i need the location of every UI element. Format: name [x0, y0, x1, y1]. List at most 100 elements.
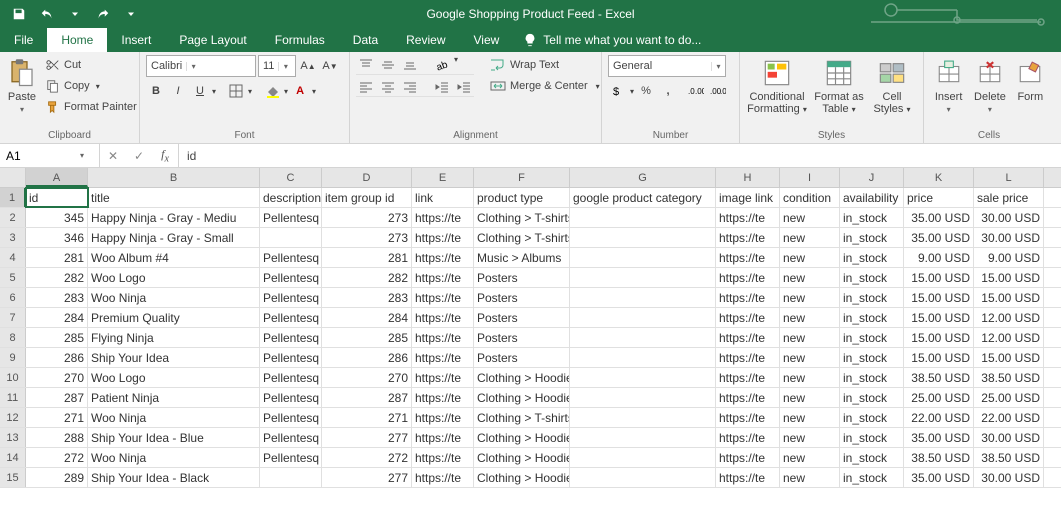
cell[interactable]: Clothing > Hoodies — [474, 368, 570, 387]
cell[interactable]: item group id — [322, 188, 412, 207]
cell[interactable]: https://te — [716, 348, 780, 367]
cell[interactable]: 345 — [26, 208, 88, 227]
cell[interactable]: new — [780, 348, 840, 367]
cell[interactable]: Pellentesq — [260, 248, 322, 267]
format-painter-button[interactable]: Format Painter — [42, 97, 141, 117]
cell[interactable]: https://te — [412, 348, 474, 367]
cell[interactable]: in_stock — [840, 268, 904, 287]
cell[interactable]: Woo Logo — [88, 368, 260, 387]
cell[interactable] — [570, 288, 716, 307]
align-bottom-button[interactable] — [400, 55, 420, 75]
cell[interactable]: 273 — [322, 228, 412, 247]
tab-page-layout[interactable]: Page Layout — [165, 28, 260, 52]
cell[interactable]: 273 — [322, 208, 412, 227]
cell[interactable]: new — [780, 308, 840, 327]
cell[interactable]: availability — [840, 188, 904, 207]
cell[interactable]: 272 — [322, 448, 412, 467]
row-header-1[interactable]: 1 — [0, 188, 26, 207]
cell[interactable]: 30.00 USD — [974, 208, 1044, 227]
insert-function-button[interactable]: fx — [152, 147, 178, 164]
format-as-table-button[interactable]: Format as Table ▾ — [812, 55, 866, 115]
cell[interactable] — [570, 408, 716, 427]
cell[interactable]: 285 — [322, 328, 412, 347]
cell[interactable]: https://te — [716, 208, 780, 227]
insert-cells-button[interactable]: Insert▾ — [930, 55, 967, 114]
cell[interactable]: in_stock — [840, 428, 904, 447]
cell[interactable]: 35.00 USD — [904, 208, 974, 227]
cell[interactable] — [570, 368, 716, 387]
cell[interactable]: new — [780, 468, 840, 487]
number-format-combo[interactable]: General▾ — [608, 55, 726, 77]
increase-decimal-button[interactable]: .0.00 — [686, 81, 706, 101]
tab-file[interactable]: File — [0, 28, 47, 52]
cell[interactable] — [570, 308, 716, 327]
cell[interactable]: Happy Ninja - Gray - Small — [88, 228, 260, 247]
cell[interactable]: 286 — [322, 348, 412, 367]
cell[interactable]: Happy Ninja - Gray - Mediu — [88, 208, 260, 227]
tab-data[interactable]: Data — [339, 28, 392, 52]
cell[interactable]: Woo Ninja — [88, 288, 260, 307]
row-header-12[interactable]: 12 — [0, 408, 26, 427]
cell[interactable]: https://te — [412, 448, 474, 467]
tab-home[interactable]: Home — [47, 28, 107, 52]
cell[interactable]: in_stock — [840, 288, 904, 307]
borders-button[interactable] — [226, 81, 246, 101]
select-all-corner[interactable] — [0, 168, 26, 187]
cell[interactable]: https://te — [716, 288, 780, 307]
save-button[interactable] — [6, 3, 32, 25]
font-size-combo[interactable]: 11▾ — [258, 55, 296, 77]
cell[interactable]: Pellentesq — [260, 208, 322, 227]
decrease-indent-button[interactable] — [432, 77, 452, 97]
column-header-D[interactable]: D — [322, 168, 412, 187]
tab-formulas[interactable]: Formulas — [261, 28, 339, 52]
cell[interactable]: 282 — [26, 268, 88, 287]
cell[interactable]: Clothing > T-shirts — [474, 408, 570, 427]
merge-center-button[interactable]: Merge & Center▾ — [486, 76, 604, 96]
cell[interactable]: Posters — [474, 308, 570, 327]
redo-button[interactable] — [90, 3, 116, 25]
cell[interactable]: Woo Ninja — [88, 448, 260, 467]
cell[interactable]: 281 — [26, 248, 88, 267]
underline-button[interactable]: U — [190, 81, 210, 101]
cell[interactable]: https://te — [716, 388, 780, 407]
cell[interactable]: new — [780, 448, 840, 467]
cell[interactable]: product type — [474, 188, 570, 207]
cell[interactable]: Woo Ninja — [88, 408, 260, 427]
cell[interactable] — [570, 468, 716, 487]
cell[interactable]: in_stock — [840, 328, 904, 347]
cell[interactable]: Woo Logo — [88, 268, 260, 287]
cell[interactable]: 270 — [26, 368, 88, 387]
cell[interactable]: Pellentesq — [260, 308, 322, 327]
cell[interactable]: Premium Quality — [88, 308, 260, 327]
row-header-8[interactable]: 8 — [0, 328, 26, 347]
cell[interactable]: image link — [716, 188, 780, 207]
cell[interactable]: 285 — [26, 328, 88, 347]
wrap-text-button[interactable]: Wrap Text — [486, 55, 604, 75]
cell[interactable]: Posters — [474, 348, 570, 367]
cell[interactable]: 286 — [26, 348, 88, 367]
cell[interactable]: 272 — [26, 448, 88, 467]
row-header-7[interactable]: 7 — [0, 308, 26, 327]
cell-styles-button[interactable]: Cell Styles ▾ — [870, 55, 914, 115]
cell[interactable]: Music > Albums — [474, 248, 570, 267]
cell[interactable]: https://te — [412, 388, 474, 407]
qat-customize-button[interactable] — [118, 3, 144, 25]
cell[interactable]: Ship Your Idea - Black — [88, 468, 260, 487]
cell[interactable]: 35.00 USD — [904, 468, 974, 487]
column-header-I[interactable]: I — [780, 168, 840, 187]
row-header-4[interactable]: 4 — [0, 248, 26, 267]
cell[interactable]: https://te — [716, 468, 780, 487]
increase-indent-button[interactable] — [454, 77, 474, 97]
align-right-button[interactable] — [400, 77, 420, 97]
cell[interactable] — [570, 208, 716, 227]
cell[interactable]: Pellentesq — [260, 328, 322, 347]
cell[interactable] — [570, 268, 716, 287]
cell[interactable]: https://te — [412, 468, 474, 487]
cell[interactable]: 282 — [322, 268, 412, 287]
orientation-button[interactable]: ab — [432, 55, 452, 75]
cell[interactable]: Posters — [474, 328, 570, 347]
cell[interactable]: new — [780, 428, 840, 447]
row-header-3[interactable]: 3 — [0, 228, 26, 247]
row-header-13[interactable]: 13 — [0, 428, 26, 447]
cell[interactable]: Ship Your Idea - Blue — [88, 428, 260, 447]
